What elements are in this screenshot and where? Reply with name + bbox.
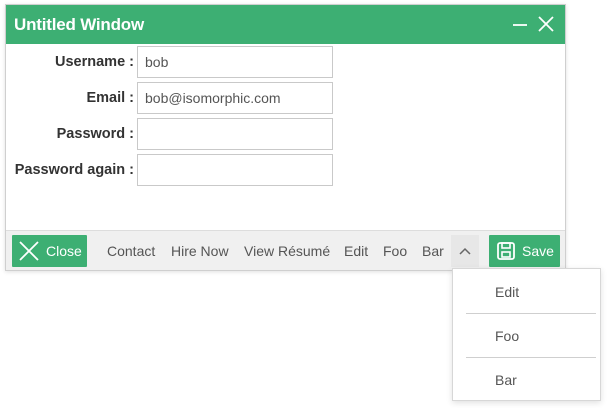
- close-icon[interactable]: [535, 13, 557, 35]
- toolbar-link-edit[interactable]: Edit: [344, 231, 368, 271]
- overflow-menu-item-bar[interactable]: Bar: [453, 358, 600, 402]
- password-row: Password :: [6, 118, 136, 150]
- email-label: Email :: [86, 90, 134, 106]
- email-row: Email :: [6, 82, 136, 114]
- username-label: Username :: [55, 54, 134, 70]
- chevron-up-icon: [459, 247, 471, 255]
- overflow-menu-item-edit[interactable]: Edit: [453, 270, 600, 314]
- save-icon: [497, 242, 515, 260]
- toolbar-link-hire-now[interactable]: Hire Now: [171, 231, 229, 271]
- email-field[interactable]: [137, 82, 333, 114]
- save-button-label: Save: [522, 243, 554, 259]
- overflow-menu-button[interactable]: [451, 235, 479, 267]
- login-form: Username : Email : Password : Password a…: [6, 44, 565, 231]
- close-button[interactable]: Close: [12, 235, 87, 267]
- titlebar[interactable]: Untitled Window: [6, 5, 565, 44]
- toolbar-link-bar[interactable]: Bar: [422, 231, 444, 271]
- close-x-icon: [19, 241, 39, 261]
- username-row: Username :: [6, 46, 136, 78]
- overflow-menu: Edit Foo Bar: [452, 268, 601, 401]
- username-field[interactable]: [137, 46, 333, 78]
- password-field[interactable]: [137, 118, 333, 150]
- password-label: Password :: [56, 126, 134, 142]
- overflow-menu-item-foo[interactable]: Foo: [453, 314, 600, 358]
- close-button-label: Close: [46, 243, 82, 259]
- toolbar-link-foo[interactable]: Foo: [383, 231, 407, 271]
- toolbar-link-view-resume[interactable]: View Résumé: [244, 231, 330, 271]
- window-toolbar: Close Contact Hire Now View Résumé Edit …: [6, 230, 565, 270]
- minimize-icon[interactable]: [509, 13, 531, 35]
- save-button[interactable]: Save: [489, 235, 560, 267]
- window: Untitled Window Username : Email : Passw…: [5, 4, 566, 271]
- toolbar-link-contact[interactable]: Contact: [107, 231, 155, 271]
- password-again-field[interactable]: [137, 154, 333, 186]
- window-title: Untitled Window: [14, 14, 144, 34]
- password-again-row: Password again :: [6, 154, 136, 186]
- password-again-label: Password again :: [14, 162, 134, 178]
